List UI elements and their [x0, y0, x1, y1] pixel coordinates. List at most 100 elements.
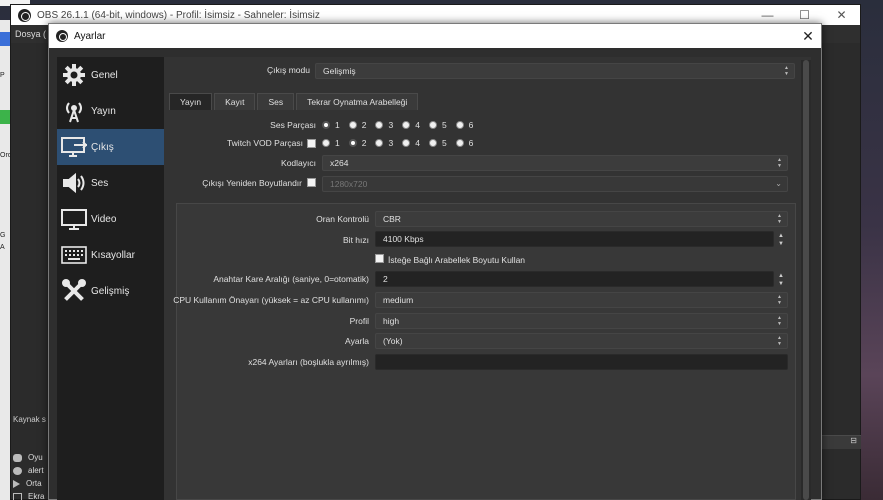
- spinbox-arrows-icon[interactable]: ▲ ▼: [775, 272, 787, 288]
- tab-stream[interactable]: Yayın: [169, 93, 213, 110]
- vod-track-number: 5: [441, 138, 447, 148]
- close-icon[interactable]: ✕: [823, 8, 860, 22]
- vod-track-number: 6: [468, 138, 474, 148]
- keyframe-input[interactable]: 2 ▲ ▼: [375, 271, 784, 287]
- gear-icon: [61, 62, 87, 88]
- updown-icon: ▲ ▼: [777, 335, 782, 347]
- monitor-icon: [61, 206, 87, 232]
- audio-track-radios: 1 2 3 4 5 6: [322, 120, 473, 130]
- vod-track-number: 2: [361, 138, 367, 148]
- scrollbar-thumb[interactable]: [803, 60, 809, 500]
- audio-track-radio[interactable]: [348, 121, 357, 129]
- audio-track-number: 1: [335, 120, 340, 130]
- minimize-icon[interactable]: —: [749, 8, 786, 22]
- x264-options-label: x264 Ayarları (boşlukla ayrılmış): [248, 357, 369, 367]
- vod-track-radio[interactable]: [322, 139, 330, 147]
- vod-track-number: 1: [335, 138, 340, 148]
- monitor-output-icon: [61, 134, 87, 160]
- sidebar-item-advanced[interactable]: Gelişmiş: [57, 273, 164, 309]
- twitch-vod-label: Twitch VOD Parçası: [226, 138, 303, 148]
- profile-label: Profil: [349, 316, 369, 326]
- cpu-preset-select[interactable]: medium ▲ ▼: [375, 292, 788, 308]
- x264-options-label-row: x264 Ayarları (boşlukla ayrılmış): [180, 357, 369, 367]
- sidebar-item-audio[interactable]: Ses: [57, 165, 164, 201]
- twitch-vod-controls: 1 2 3 4 5 6: [307, 138, 473, 148]
- rate-control-value: CBR: [383, 214, 401, 224]
- profile-label-row: Profil: [180, 316, 369, 326]
- rate-control-select[interactable]: CBR ▲ ▼: [375, 211, 788, 227]
- gamepad-icon: [13, 453, 22, 462]
- twitch-vod-checkbox[interactable]: [307, 138, 316, 148]
- obs-logo-icon: [18, 8, 31, 22]
- spinbox-arrows-icon[interactable]: ▲ ▼: [775, 232, 787, 248]
- sidebar-item-label: Ses: [91, 177, 109, 189]
- audio-track-radio[interactable]: [402, 121, 411, 129]
- tab-replay-buffer[interactable]: Tekrar Oynatma Arabelleği: [296, 93, 419, 110]
- sidebar-item-label: Genel: [91, 69, 118, 81]
- desktop-text: G: [0, 232, 6, 239]
- output-tabs: Yayın Kayıt Ses Tekrar Oynatma Arabelleğ…: [169, 93, 420, 110]
- custom-buffer-checkbox[interactable]: [375, 254, 384, 263]
- sidebar-item-label: Yayın: [91, 105, 116, 117]
- sidebar-item-hotkeys[interactable]: Kısayollar: [57, 237, 164, 273]
- content-scrollbar[interactable]: [801, 60, 811, 500]
- sidebar-item-stream[interactable]: Yayın: [57, 93, 164, 129]
- profile-select[interactable]: high ▲ ▼: [375, 313, 788, 329]
- output-mode-row: Çıkış modu: [200, 65, 310, 75]
- display-capture-icon: [13, 492, 22, 500]
- bitrate-input[interactable]: 4100 Kbps ▲ ▼: [375, 231, 784, 247]
- mixer-header: ⊟: [821, 435, 861, 449]
- output-mode-value: Gelişmiş: [323, 66, 356, 76]
- dock-float-icon[interactable]: ⊟: [850, 436, 857, 445]
- bitrate-label-row: Bit hızı: [180, 235, 369, 245]
- dialog-close-icon[interactable]: ✕: [795, 28, 821, 45]
- output-mode-select[interactable]: Gelişmiş ▲ ▼: [315, 63, 795, 79]
- audio-track-number: 2: [361, 120, 367, 130]
- sidebar-item-video[interactable]: Video: [57, 201, 164, 237]
- desktop-icon[interactable]: [0, 32, 10, 46]
- source-label: Ekra: [28, 492, 45, 500]
- x264-options-input[interactable]: [375, 354, 788, 370]
- sidebar-item-label: Çıkış: [91, 141, 114, 153]
- output-mode-label: Çıkış modu: [267, 65, 310, 75]
- rescale-label: Çıkışı Yeniden Boyutlandır: [202, 178, 302, 188]
- encoder-label-row: Kodlayıcı: [200, 158, 316, 168]
- source-label: Oyu: [28, 453, 43, 462]
- updown-icon: ▲ ▼: [784, 65, 789, 77]
- sidebar-item-output[interactable]: Çıkış: [57, 129, 164, 165]
- desktop-left-strip: P Orc G A: [0, 20, 11, 500]
- broadcast-icon: [61, 98, 87, 124]
- vod-track-radio[interactable]: [402, 139, 411, 147]
- tune-select[interactable]: (Yok) ▲ ▼: [375, 333, 788, 349]
- menu-file[interactable]: Dosya (: [15, 29, 46, 39]
- audio-track-radio[interactable]: [428, 121, 437, 129]
- tune-label: Ayarla: [345, 336, 369, 346]
- desktop-text: A: [0, 244, 5, 251]
- audio-track-radio[interactable]: [455, 121, 464, 129]
- rate-control-label-row: Oran Kontrolü: [180, 214, 369, 224]
- vod-track-radio[interactable]: [348, 139, 357, 147]
- obs-logo-icon: [56, 30, 68, 42]
- encoder-select[interactable]: x264 ▲ ▼: [322, 155, 788, 171]
- encoder-settings-panel: [176, 203, 796, 500]
- bitrate-value: 4100 Kbps: [383, 234, 424, 244]
- dialog-titlebar: Ayarlar ✕: [49, 24, 821, 48]
- vod-track-number: 3: [388, 138, 394, 148]
- play-icon: [13, 479, 20, 488]
- updown-icon: ▲ ▼: [777, 157, 782, 169]
- vod-track-radio[interactable]: [428, 139, 437, 147]
- tab-recording[interactable]: Kayıt: [214, 93, 256, 110]
- tab-audio[interactable]: Ses: [257, 93, 295, 110]
- rescale-label-row: Çıkışı Yeniden Boyutlandır: [180, 178, 302, 188]
- sidebar-item-label: Kısayollar: [91, 249, 135, 261]
- desktop-icon[interactable]: [0, 110, 10, 124]
- tune-label-row: Ayarla: [180, 336, 369, 346]
- rescale-checkbox[interactable]: [307, 178, 316, 187]
- maximize-icon[interactable]: ☐: [786, 8, 823, 22]
- audio-track-radio[interactable]: [375, 121, 384, 129]
- rate-control-label: Oran Kontrolü: [316, 214, 369, 224]
- vod-track-radio[interactable]: [455, 139, 464, 147]
- audio-track-radio[interactable]: [322, 121, 330, 129]
- sidebar-item-general[interactable]: Genel: [57, 57, 164, 93]
- vod-track-radio[interactable]: [375, 139, 384, 147]
